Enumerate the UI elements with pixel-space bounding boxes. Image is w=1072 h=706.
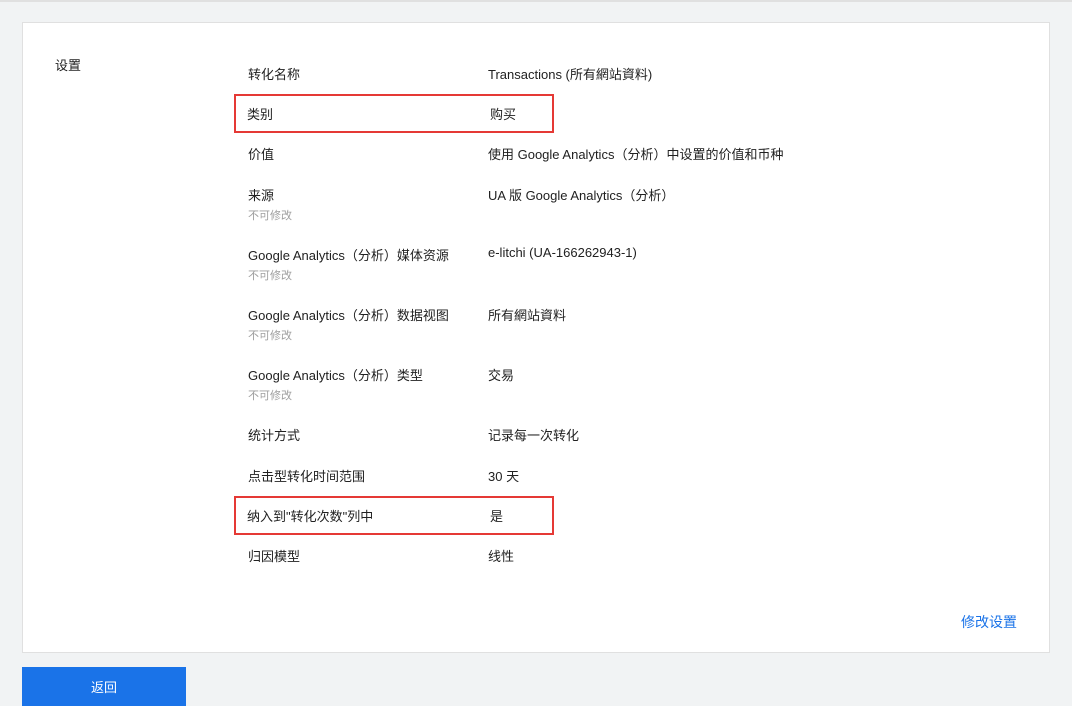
sublabel-source: 不可修改 xyxy=(248,207,488,223)
row-attribution-model: 归因模型 线性 xyxy=(248,535,1017,576)
sublabel-ga-type: 不可修改 xyxy=(248,387,488,403)
value-click-window: 30 天 xyxy=(488,466,519,485)
row-include-in-conversions: 纳入到"转化次数"列中 是 xyxy=(234,496,554,535)
section-title: 设置 xyxy=(55,53,248,576)
sublabel-ga-view: 不可修改 xyxy=(248,327,488,343)
row-ga-property: Google Analytics（分析）媒体资源 不可修改 e-litchi (… xyxy=(248,234,1017,294)
row-ga-view: Google Analytics（分析）数据视图 不可修改 所有網站資料 xyxy=(248,294,1017,354)
label-value: 价值 xyxy=(248,144,488,163)
value-attribution-model: 线性 xyxy=(488,546,514,565)
value-ga-property: e-litchi (UA-166262943-1) xyxy=(488,245,637,260)
label-attribution-model: 归因模型 xyxy=(248,546,488,565)
sublabel-ga-property: 不可修改 xyxy=(248,267,488,283)
row-count-method: 统计方式 记录每一次转化 xyxy=(248,414,1017,455)
label-source: 来源 不可修改 xyxy=(248,185,488,223)
value-conversion-name: Transactions (所有網站資料) xyxy=(488,64,652,83)
label-category: 类别 xyxy=(247,104,490,123)
edit-settings-link[interactable]: 修改设置 xyxy=(961,614,1017,630)
label-include-in-conversions: 纳入到"转化次数"列中 xyxy=(247,506,490,525)
value-include-in-conversions: 是 xyxy=(490,506,503,525)
label-count-method: 统计方式 xyxy=(248,425,488,444)
back-button[interactable]: 返回 xyxy=(22,667,186,706)
row-source: 来源 不可修改 UA 版 Google Analytics（分析） xyxy=(248,174,1017,234)
value-ga-type: 交易 xyxy=(488,365,514,384)
label-ga-property: Google Analytics（分析）媒体资源 不可修改 xyxy=(248,245,488,283)
settings-rows: 转化名称 Transactions (所有網站資料) 类别 购买 价值 使用 G… xyxy=(248,53,1017,576)
value-count-method: 记录每一次转化 xyxy=(488,425,579,444)
row-value: 价值 使用 Google Analytics（分析）中设置的价值和币种 xyxy=(248,133,1017,174)
label-ga-type: Google Analytics（分析）类型 不可修改 xyxy=(248,365,488,403)
card-footer: 修改设置 xyxy=(55,612,1017,632)
row-ga-type: Google Analytics（分析）类型 不可修改 交易 xyxy=(248,354,1017,414)
top-divider xyxy=(0,0,1072,2)
label-conversion-name: 转化名称 xyxy=(248,64,488,83)
settings-card: 设置 转化名称 Transactions (所有網站資料) 类别 购买 价值 使… xyxy=(22,22,1050,653)
value-source: UA 版 Google Analytics（分析） xyxy=(488,185,674,204)
label-click-window: 点击型转化时间范围 xyxy=(248,466,488,485)
row-conversion-name: 转化名称 Transactions (所有網站資料) xyxy=(248,53,1017,94)
row-category: 类别 购买 xyxy=(234,94,554,133)
row-click-window: 点击型转化时间范围 30 天 xyxy=(248,455,1017,496)
label-ga-view: Google Analytics（分析）数据视图 不可修改 xyxy=(248,305,488,343)
value-value: 使用 Google Analytics（分析）中设置的价值和币种 xyxy=(488,144,783,163)
value-category: 购买 xyxy=(490,104,516,123)
value-ga-view: 所有網站資料 xyxy=(488,305,566,324)
